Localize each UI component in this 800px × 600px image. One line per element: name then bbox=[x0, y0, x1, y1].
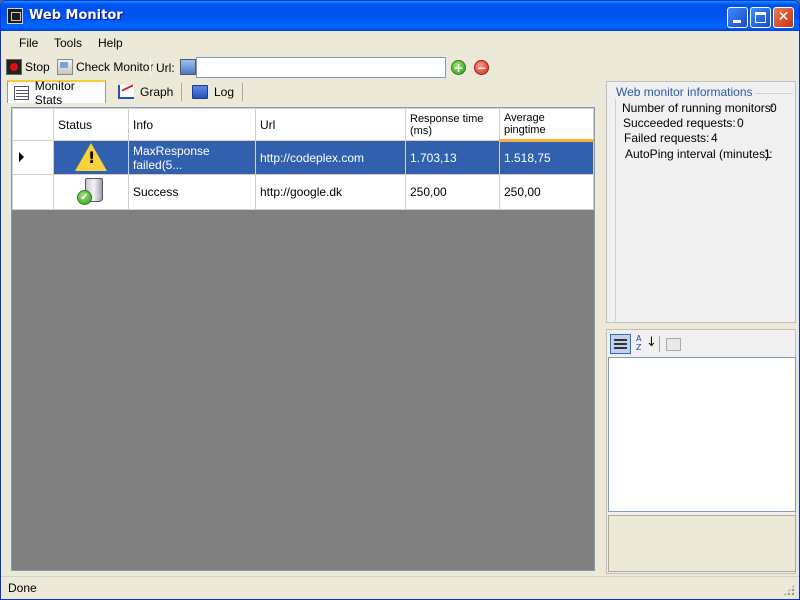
tab-label: Monitor Stats bbox=[34, 78, 75, 107]
autoping-interval-value: 1 bbox=[764, 147, 771, 161]
failed-requests-label: Failed requests: bbox=[624, 131, 710, 145]
current-row-icon bbox=[19, 151, 24, 162]
menu-file[interactable]: File bbox=[19, 36, 38, 50]
property-grid: A Z ↓ bbox=[606, 329, 796, 574]
monitor-grid[interactable]: Status Info Url Response time (ms) Avera… bbox=[11, 107, 595, 571]
monitor-icon bbox=[57, 59, 73, 75]
check-monitor-label: Check Monitor bbox=[76, 60, 154, 74]
url-cell[interactable]: http://codeplex.com bbox=[255, 140, 406, 175]
tab-strip: Monitor Stats Graph Log bbox=[1, 79, 601, 107]
status-cell[interactable]: ! bbox=[53, 140, 129, 175]
grid-icon bbox=[14, 85, 29, 100]
column-header-url[interactable]: Url bbox=[255, 108, 406, 141]
info-group-title: Web monitor informations bbox=[614, 85, 755, 99]
tab-separator bbox=[242, 83, 243, 101]
url-cell[interactable]: http://google.dk bbox=[255, 174, 406, 210]
log-icon bbox=[192, 84, 208, 99]
sort-alphabetical-icon[interactable]: A Z ↓ bbox=[634, 334, 657, 354]
property-toolbar-separator bbox=[659, 336, 660, 352]
column-header-info[interactable]: Info bbox=[128, 108, 256, 141]
url-input[interactable] bbox=[196, 57, 446, 78]
row-header[interactable] bbox=[12, 174, 54, 210]
status-bar: Done bbox=[1, 576, 799, 599]
row-header[interactable] bbox=[12, 140, 54, 175]
tab-graph[interactable]: Graph bbox=[112, 80, 179, 103]
remove-icon[interactable]: − bbox=[474, 60, 489, 75]
failed-requests-value: 4 bbox=[711, 131, 718, 145]
window-title: Web Monitor bbox=[29, 8, 123, 23]
info-cell[interactable]: Success bbox=[128, 174, 256, 210]
url-label: Url: bbox=[156, 61, 175, 75]
property-description bbox=[608, 515, 796, 572]
minimize-button[interactable] bbox=[727, 7, 748, 28]
title-bar[interactable]: Web Monitor ✕ bbox=[1, 1, 799, 31]
maximize-icon bbox=[755, 12, 766, 23]
toolbar-separator bbox=[150, 59, 151, 75]
autoping-interval-label: AutoPing interval (minutes): bbox=[625, 147, 773, 161]
column-header-response-time[interactable]: Response time (ms) bbox=[405, 108, 500, 141]
table-row[interactable]: ✓ Success http://google.dk 250,00 250,00 bbox=[12, 174, 594, 210]
running-monitors-label: Number of running monitors: bbox=[622, 101, 775, 115]
row-header-corner[interactable] bbox=[12, 108, 54, 141]
running-monitors-value: 0 bbox=[770, 101, 777, 115]
warning-icon: ! bbox=[75, 143, 107, 171]
menu-help[interactable]: Help bbox=[98, 36, 123, 50]
property-pages-icon[interactable] bbox=[663, 334, 684, 354]
tab-monitor-stats[interactable]: Monitor Stats bbox=[7, 79, 106, 107]
menu-tools[interactable]: Tools bbox=[54, 36, 82, 50]
monitor-table: Status Info Url Response time (ms) Avera… bbox=[12, 108, 594, 210]
categorized-icon[interactable] bbox=[610, 334, 631, 354]
property-list[interactable] bbox=[608, 357, 796, 512]
column-header-average-pingtime[interactable]: Average pingtime bbox=[499, 108, 594, 142]
tab-log[interactable]: Log bbox=[186, 80, 240, 103]
info-panel: Web monitor informations Number of runni… bbox=[606, 81, 796, 323]
stop-button[interactable]: Stop bbox=[6, 58, 50, 76]
status-cell[interactable]: ✓ bbox=[53, 174, 129, 210]
graph-icon bbox=[118, 84, 134, 99]
info-cell[interactable]: MaxResponse failed(5... bbox=[128, 140, 256, 175]
tab-label: Graph bbox=[140, 84, 174, 99]
check-monitor-button[interactable]: Check Monitor bbox=[57, 58, 153, 76]
add-icon[interactable]: + bbox=[451, 60, 466, 75]
main-window: Web Monitor ✕ File Tools Help Stop Check… bbox=[0, 0, 800, 600]
property-toolbar: A Z ↓ bbox=[607, 330, 795, 357]
maximize-button[interactable] bbox=[750, 7, 771, 28]
minimize-icon bbox=[733, 20, 741, 23]
close-button[interactable]: ✕ bbox=[773, 7, 794, 28]
status-text: Done bbox=[8, 581, 37, 595]
success-icon: ✓ bbox=[77, 176, 105, 206]
toolbar: Stop Check Monitor Url: + − bbox=[1, 54, 799, 80]
average-cell[interactable]: 250,00 bbox=[499, 174, 594, 210]
tab-label: Log bbox=[214, 84, 235, 99]
resize-grip-icon[interactable] bbox=[783, 584, 795, 596]
url-icon bbox=[180, 59, 196, 75]
response-cell[interactable]: 250,00 bbox=[405, 174, 500, 210]
app-icon bbox=[7, 8, 23, 24]
stop-label: Stop bbox=[25, 60, 50, 74]
table-row[interactable]: ! MaxResponse failed(5... http://codeple… bbox=[12, 140, 594, 175]
header-row: Status Info Url Response time (ms) Avera… bbox=[12, 108, 594, 142]
menu-bar: File Tools Help bbox=[1, 31, 799, 53]
close-icon: ✕ bbox=[777, 9, 790, 25]
response-cell[interactable]: 1.703,13 bbox=[405, 140, 500, 175]
stop-icon bbox=[6, 59, 22, 75]
tab-separator bbox=[181, 83, 182, 101]
succeeded-requests-label: Succeeded requests: bbox=[623, 116, 736, 130]
average-cell[interactable]: 1.518,75 bbox=[499, 140, 594, 175]
column-header-status[interactable]: Status bbox=[53, 108, 129, 141]
succeeded-requests-value: 0 bbox=[737, 116, 744, 130]
